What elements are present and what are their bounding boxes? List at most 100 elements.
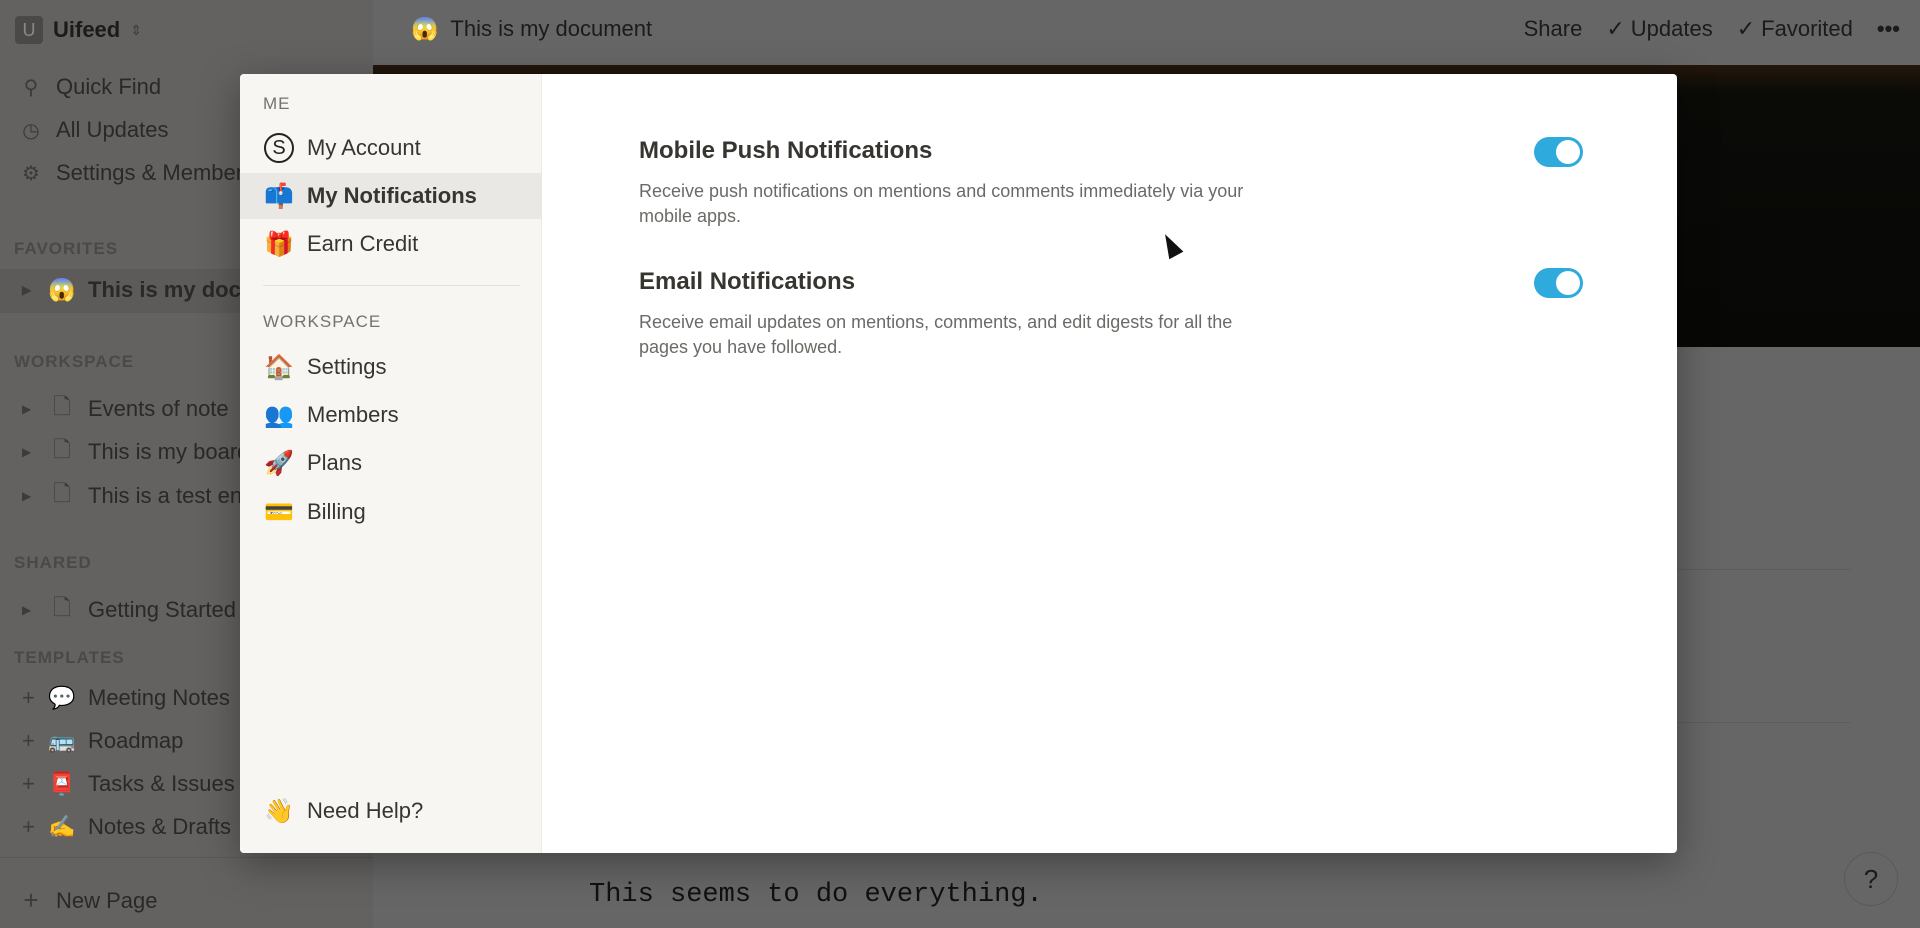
page-item[interactable]: ▶ 🗋 Events of note xyxy=(22,390,229,428)
expand-triangle-icon[interactable]: ▶ xyxy=(22,445,36,459)
account-avatar-icon: S xyxy=(264,133,294,163)
nav-label: My Account xyxy=(307,135,421,160)
settings-nav-settings[interactable]: 🏠 Settings xyxy=(240,344,542,390)
favorited-button[interactable]: ✓ Favorited xyxy=(1737,16,1853,42)
settings-nav-my-account[interactable]: S My Account xyxy=(240,125,542,171)
template-item[interactable]: + 📮 Tasks & Issues xyxy=(22,771,235,797)
expand-triangle-icon[interactable]: ▶ xyxy=(22,489,36,503)
workspace-switcher[interactable]: U Uifeed ⇕ xyxy=(15,16,142,44)
me-heading: ME xyxy=(263,94,291,113)
check-icon: ✓ xyxy=(1606,16,1625,41)
sidebar-item-all-updates[interactable]: ◷ All Updates xyxy=(18,117,169,143)
clock-icon: ◷ xyxy=(22,119,40,142)
setting-mobile-push: Mobile Push Notifications Receive push n… xyxy=(639,137,1599,229)
settings-nav-members[interactable]: 👥 Members xyxy=(240,392,542,438)
settings-modal: ME S My Account 📫 My Notifications 🎁 Earn C… xyxy=(240,74,1677,853)
workspace-heading: WORKSPACE xyxy=(14,352,135,371)
workspace-badge: U xyxy=(15,16,43,44)
nav-divider xyxy=(263,285,520,286)
workspace-name: Uifeed xyxy=(53,17,121,42)
page-item[interactable]: ▶ 🗋 This is a test entry xyxy=(22,477,267,515)
page-icon: 🗋 xyxy=(53,595,71,620)
template-label: Meeting Notes xyxy=(88,685,230,710)
nav-label: Members xyxy=(307,402,399,427)
mailbox-icon: 📫 xyxy=(264,182,294,210)
template-item[interactable]: + 🚌 Roadmap xyxy=(22,728,183,754)
search-icon: ⚲ xyxy=(23,76,39,99)
nav-label: Earn Credit xyxy=(307,231,419,256)
nav-label: Plans xyxy=(307,450,363,475)
plus-icon[interactable]: + xyxy=(22,728,36,754)
nav-label: Need Help? xyxy=(307,798,424,823)
template-emoji-icon: 💬 xyxy=(48,685,76,710)
template-label: Roadmap xyxy=(88,728,184,753)
template-emoji-icon: 🚌 xyxy=(48,728,76,753)
settings-nav-earn-credit[interactable]: 🎁 Earn Credit xyxy=(240,221,542,267)
document-title: This is my document xyxy=(450,16,653,41)
templates-heading: TEMPLATES xyxy=(14,648,125,667)
page-icon: 🗋 xyxy=(53,437,71,462)
setting-description: Receive push notifications on mentions a… xyxy=(639,181,1244,226)
gift-icon: 🎁 xyxy=(264,230,294,258)
plus-icon[interactable]: + xyxy=(22,814,36,840)
house-icon: 🏠 xyxy=(264,353,294,381)
new-page-button[interactable]: + New Page xyxy=(18,885,158,916)
expand-triangle-icon[interactable]: ▶ xyxy=(22,603,36,617)
top-bar: 😱 This is my document Share ✓ Updates ✓ Fa… xyxy=(373,0,1920,65)
settings-nav-my-notifications[interactable]: 📫 My Notifications xyxy=(240,173,542,219)
nav-label: My Notifications xyxy=(307,183,477,208)
document-text: This seems to do everything. xyxy=(589,880,1043,910)
nav-label: Billing xyxy=(307,499,366,524)
email-toggle[interactable] xyxy=(1534,268,1583,298)
page-item[interactable]: ▶ 🗋 This is my board xyxy=(22,433,249,471)
page-label: This is my board xyxy=(88,439,250,464)
new-page-label: New Page xyxy=(56,887,158,913)
sidebar-divider xyxy=(0,857,373,858)
chevron-updown-icon: ⇕ xyxy=(130,21,142,38)
template-label: Tasks & Issues xyxy=(88,771,235,796)
updates-button[interactable]: ✓ Updates xyxy=(1606,16,1712,42)
sidebar-item-settings[interactable]: ⚙ Settings & Members xyxy=(18,160,254,186)
template-emoji-icon: 📮 xyxy=(48,771,76,796)
mobile-push-toggle[interactable] xyxy=(1534,137,1583,167)
nav-label: Settings xyxy=(307,354,387,379)
template-emoji-icon: ✍ xyxy=(48,814,76,839)
gear-icon: ⚙ xyxy=(22,162,40,185)
sidebar-item-quick-find[interactable]: ⚲ Quick Find xyxy=(18,74,161,100)
page-icon: 🗋 xyxy=(53,394,71,419)
breadcrumb[interactable]: 😱 This is my document xyxy=(411,16,652,42)
need-help-link[interactable]: 👋 Need Help? xyxy=(240,788,542,834)
page-item[interactable]: ▶ 🗋 Getting Started xyxy=(22,591,236,629)
setting-email: Email Notifications Receive email update… xyxy=(639,268,1599,360)
page-label: Events of note xyxy=(88,396,229,421)
page-icon: 🗋 xyxy=(53,481,71,506)
updates-label: Updates xyxy=(1630,16,1713,41)
sidebar-item-label: Quick Find xyxy=(56,74,162,99)
expand-triangle-icon[interactable]: ▶ xyxy=(22,283,36,297)
members-icon: 👥 xyxy=(264,401,294,429)
share-button[interactable]: Share xyxy=(1524,16,1583,42)
workspace-heading: WORKSPACE xyxy=(263,312,382,331)
favorited-label: Favorited xyxy=(1761,16,1853,41)
favorites-heading: FAVORITES xyxy=(14,239,119,258)
credit-card-icon: 💳 xyxy=(264,498,294,526)
settings-nav-billing[interactable]: 💳 Billing xyxy=(240,489,542,535)
rocket-icon: 🚀 xyxy=(264,449,294,477)
toggle-knob xyxy=(1556,140,1580,164)
page-emoji-icon: 😱 xyxy=(48,277,76,302)
more-icon[interactable]: ••• xyxy=(1877,16,1900,42)
help-button[interactable]: ? xyxy=(1844,852,1898,906)
waving-hand-icon: 👋 xyxy=(264,797,294,825)
shared-heading: SHARED xyxy=(14,553,92,572)
expand-triangle-icon[interactable]: ▶ xyxy=(22,402,36,416)
settings-nav-plans[interactable]: 🚀 Plans xyxy=(240,440,542,486)
page-label: Getting Started xyxy=(88,597,236,622)
check-icon: ✓ xyxy=(1736,16,1756,41)
plus-icon[interactable]: + xyxy=(22,771,36,797)
template-item[interactable]: + 💬 Meeting Notes xyxy=(22,685,230,711)
sidebar-item-label: Settings & Members xyxy=(56,160,255,185)
setting-title: Mobile Push Notifications xyxy=(639,137,933,164)
plus-icon[interactable]: + xyxy=(22,685,36,711)
template-item[interactable]: + ✍ Notes & Drafts xyxy=(22,814,231,840)
sidebar-item-label: All Updates xyxy=(56,117,169,142)
